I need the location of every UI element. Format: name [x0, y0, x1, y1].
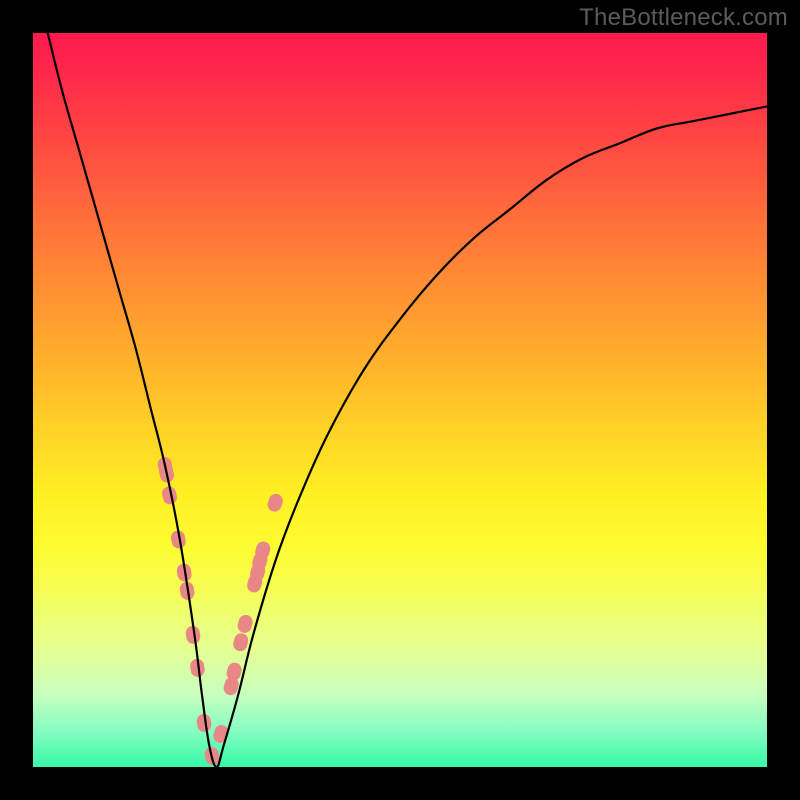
highlight-marker [236, 613, 254, 634]
highlight-markers-group [156, 456, 284, 766]
highlight-marker [232, 632, 250, 653]
plot-area [33, 33, 767, 767]
chart-svg [33, 33, 767, 767]
watermark-text: TheBottleneck.com [579, 4, 788, 32]
highlight-marker [266, 492, 285, 513]
chart-frame: TheBottleneck.com [0, 0, 800, 800]
bottleneck-curve [48, 33, 767, 767]
